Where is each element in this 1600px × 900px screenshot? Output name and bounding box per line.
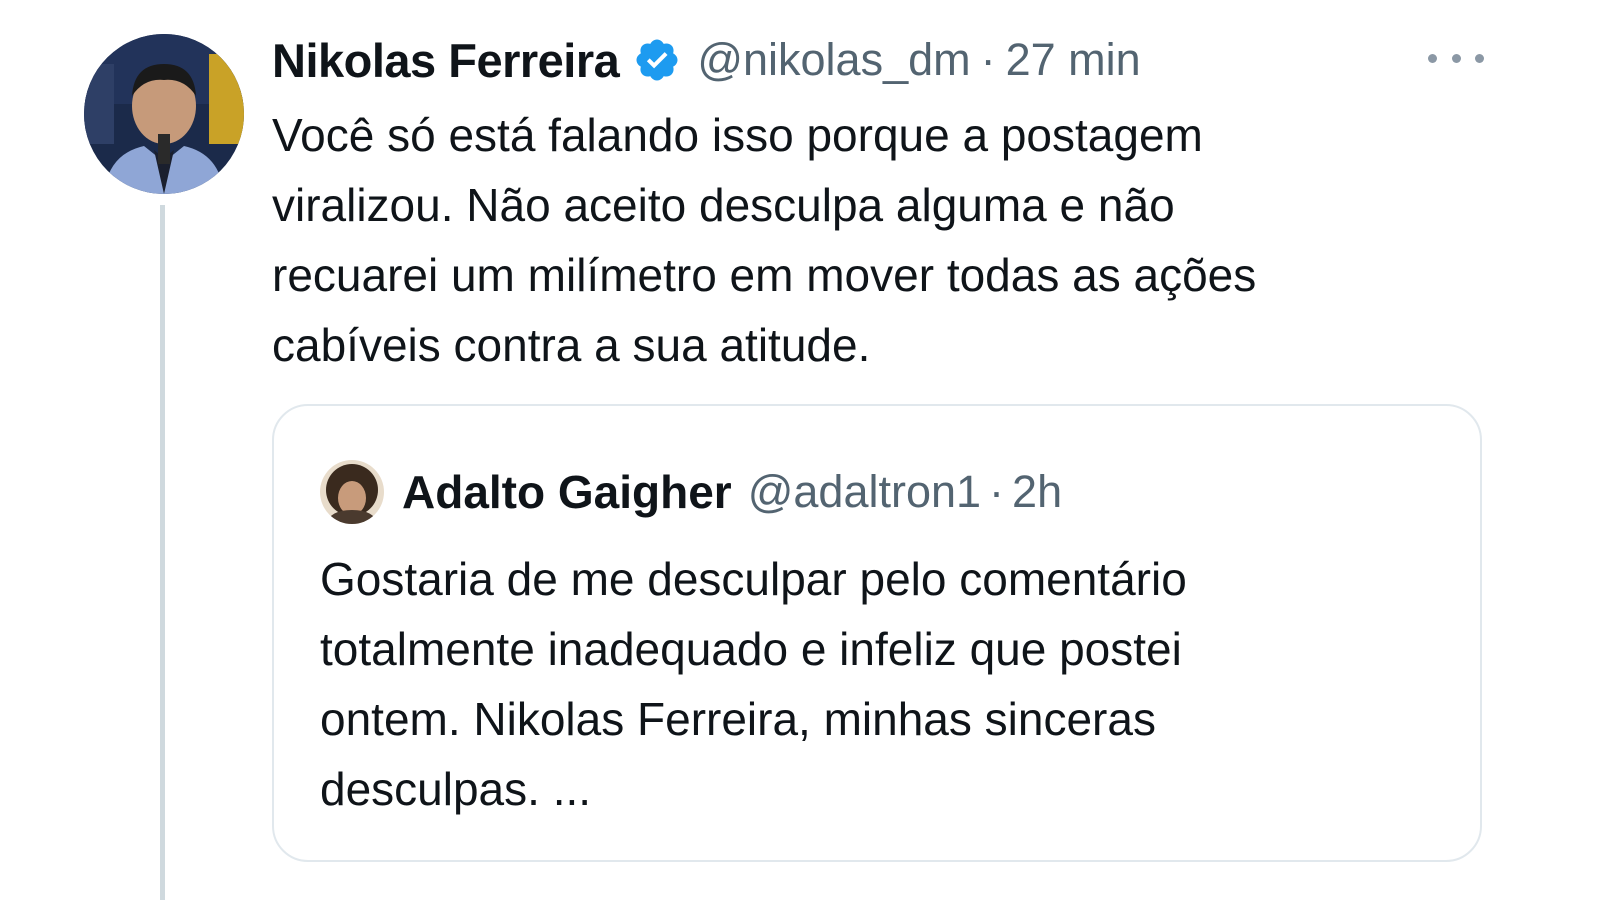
quoted-text-line: totalmente inadequado e infeliz que post…	[320, 623, 1182, 675]
tweet-time[interactable]: 27 min	[1006, 34, 1141, 86]
tweet-text-line: Você só está falando isso porque a posta…	[272, 109, 1203, 161]
author-avatar[interactable]	[84, 34, 244, 194]
tweet[interactable]: Nikolas Ferreira @nikolas_dm · 27 min Vo…	[0, 0, 1600, 900]
quoted-text-line: ontem. Nikolas Ferreira, minhas sinceras	[320, 693, 1156, 745]
tweet-text: Você só está falando isso porque a posta…	[272, 100, 1472, 380]
quoted-text-line: desculpas. ...	[320, 763, 592, 815]
more-dot	[1475, 53, 1484, 63]
quoted-tweet-text: Gostaria de me desculpar pelo comentário…	[320, 544, 1450, 824]
tweet-text-line: cabíveis contra a sua atitude.	[272, 319, 871, 371]
author-handle[interactable]: @nikolas_dm	[697, 34, 970, 86]
quoted-author-handle[interactable]: @adaltron1	[748, 466, 981, 518]
more-dots-icon[interactable]	[1428, 36, 1484, 80]
tweet-text-line: recuarei um milímetro em mover todas as …	[272, 249, 1257, 301]
thread-line	[160, 205, 165, 900]
more-dot	[1428, 53, 1437, 63]
quoted-tweet-card[interactable]: Adalto Gaigher @adaltron1 · 2h Gostaria …	[272, 404, 1482, 862]
more-dot	[1451, 53, 1461, 63]
tweet-text-line: viralizou. Não aceito desculpa alguma e …	[272, 179, 1175, 231]
separator-dot: ·	[989, 466, 1005, 517]
separator-dot: ·	[980, 34, 996, 85]
quoted-tweet-header: Adalto Gaigher @adaltron1 · 2h	[320, 460, 1062, 524]
quoted-author-name[interactable]: Adalto Gaigher	[402, 465, 732, 519]
quoted-tweet-time[interactable]: 2h	[1012, 466, 1062, 518]
verified-badge-icon	[633, 36, 681, 84]
quoted-author-avatar[interactable]	[320, 460, 384, 524]
quoted-text-line: Gostaria de me desculpar pelo comentário	[320, 553, 1187, 605]
author-name[interactable]: Nikolas Ferreira	[272, 33, 620, 88]
tweet-header: Nikolas Ferreira @nikolas_dm · 27 min	[272, 30, 1141, 90]
